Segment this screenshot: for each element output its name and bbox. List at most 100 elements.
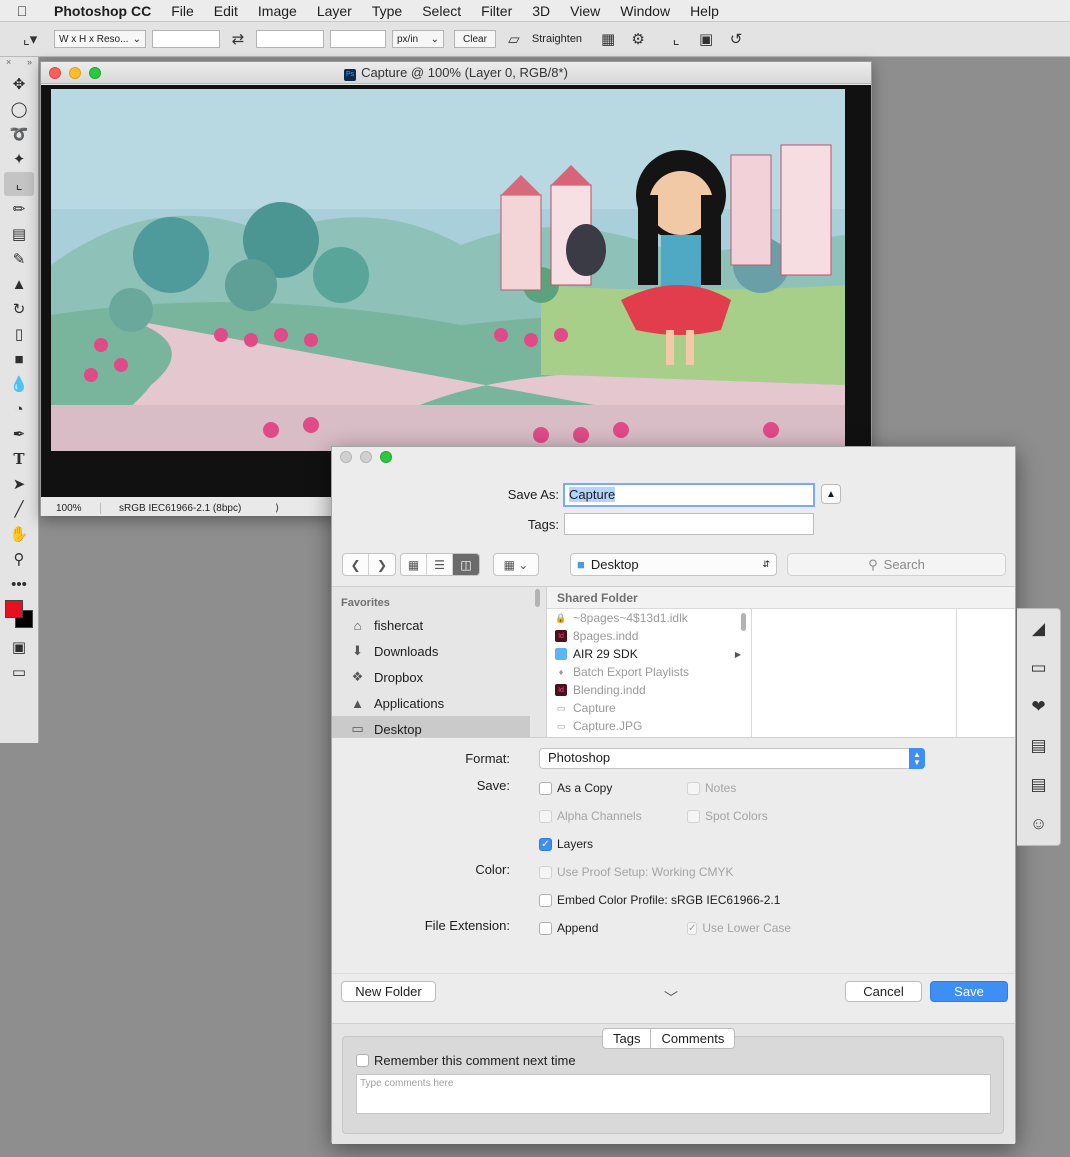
group-view-button[interactable]: ▦ ⌄ <box>493 553 539 576</box>
app-menu[interactable]: Photoshop CC <box>44 3 161 19</box>
zoom-level[interactable]: 100% <box>41 502 101 514</box>
column-view-icon[interactable]: ◫ <box>453 554 479 575</box>
dialog-zoom-button[interactable] <box>380 451 392 463</box>
location-popup[interactable]: ■ Desktop ⇵ <box>570 553 777 576</box>
list-view-icon[interactable]: ☰ <box>427 554 453 575</box>
menu-3d[interactable]: 3D <box>522 3 560 19</box>
zoom-tool-icon[interactable]: ⚲ <box>4 547 34 571</box>
sidebar-item-fishercat[interactable]: ⌂ fishercat <box>332 612 546 638</box>
blur-tool-icon[interactable]: 💧 <box>4 372 34 396</box>
healing-tool-icon[interactable]: ▤ <box>4 222 34 246</box>
sidebar-item-dropbox[interactable]: ❖ Dropbox <box>332 664 546 690</box>
tags-field[interactable] <box>564 513 814 535</box>
finder-icon[interactable]: ☺ <box>1017 804 1060 843</box>
stamp-tool-icon[interactable]: ▲ <box>4 272 34 296</box>
menu-file[interactable]: File <box>161 3 204 19</box>
eyedropper-tool-icon[interactable]: ✏ <box>4 197 34 221</box>
menu-select[interactable]: Select <box>412 3 471 19</box>
marquee-tool-icon[interactable]: ◯ <box>4 97 34 121</box>
spot-colors-checkbox: Spot Colors <box>687 809 768 823</box>
layers-checkbox[interactable]: ✓ Layers <box>539 837 593 851</box>
collapse-icon[interactable]: » <box>27 57 32 71</box>
sidebar-scrollbar[interactable] <box>535 589 540 607</box>
embed-color-profile-checkbox[interactable]: Embed Color Profile: sRGB IEC61966-2.1 <box>539 893 780 907</box>
gradient-tool-icon[interactable]: ■ <box>4 347 34 371</box>
menu-filter[interactable]: Filter <box>471 3 522 19</box>
menu-layer[interactable]: Layer <box>307 3 362 19</box>
line-tool-icon[interactable]: ╱ <box>4 497 34 521</box>
menu-edit[interactable]: Edit <box>204 3 248 19</box>
close-icon[interactable]: × <box>6 57 11 71</box>
clear-button[interactable]: Clear <box>454 30 496 48</box>
crop-preset-icon[interactable]: ⌞▾ <box>18 28 42 50</box>
height-field[interactable] <box>256 30 324 48</box>
tab-comments[interactable]: Comments <box>651 1029 734 1048</box>
hand-tool-icon[interactable]: ✋ <box>4 522 34 546</box>
column-scrollbar[interactable] <box>741 613 746 631</box>
save-button[interactable]: Save <box>930 981 1008 1002</box>
content-aware-icon[interactable]: ▣ <box>694 28 718 50</box>
tab-tags[interactable]: Tags <box>603 1029 652 1048</box>
gear-icon[interactable]: ⚙ <box>626 28 650 50</box>
resolution-field[interactable] <box>330 30 386 48</box>
comment-field[interactable]: Type comments here <box>356 1074 991 1114</box>
quick-mask-icon[interactable]: ▣ <box>4 635 34 659</box>
eraser-tool-icon[interactable]: ▯ <box>4 322 34 346</box>
menu-window[interactable]: Window <box>610 3 680 19</box>
append-checkbox[interactable]: Append <box>539 921 598 935</box>
more-tools-icon[interactable]: ••• <box>4 572 34 596</box>
up-down-chevron-icon: ⇵ <box>762 559 770 569</box>
resolution-unit-select[interactable]: px/in ⌄ <box>392 30 444 48</box>
collapse-caret-icon[interactable]: ⁠﹀ <box>664 988 678 1008</box>
list-item[interactable]: AIR 29 SDK ▶ <box>547 645 751 663</box>
chevron-up-icon[interactable]: ▲ <box>821 484 841 504</box>
chevron-right-icon[interactable]: ❯ <box>369 554 395 575</box>
ratio-preset-select[interactable]: W x H x Reso... ⌄ <box>54 30 146 48</box>
use-lower-case-checkbox: ✓ Use Lower Case <box>687 921 791 935</box>
document-canvas[interactable] <box>41 85 871 497</box>
history-brush-tool-icon[interactable]: ↻ <box>4 297 34 321</box>
reset-icon[interactable]: ↺ <box>724 28 748 50</box>
menu-type[interactable]: Type <box>362 3 412 19</box>
brush-tool-icon[interactable]: ✎ <box>4 247 34 271</box>
pen-tool-icon[interactable]: ✒ <box>4 422 34 446</box>
sidebar-item-applications[interactable]: ▲ Applications <box>332 690 546 716</box>
cancel-button[interactable]: Cancel <box>845 981 922 1002</box>
type-tool-icon[interactable]: T <box>4 447 34 471</box>
foreground-color-swatch[interactable] <box>5 600 23 618</box>
sidebar-item-downloads[interactable]: ⬇ Downloads <box>332 638 546 664</box>
overlay-grid-icon[interactable]: ▦ <box>596 28 620 50</box>
delete-cropped-icon[interactable]: ⌞ <box>664 28 688 50</box>
swap-icon[interactable]: ⇄ <box>226 28 250 50</box>
favorites-heart-icon[interactable]: ❤ <box>1017 687 1060 726</box>
grid-menu-icon: ▦ ⌄ <box>503 557 529 572</box>
desktop-display-icon[interactable]: ▭ <box>1017 648 1060 687</box>
straighten-icon[interactable]: ▱ <box>502 28 526 50</box>
remember-comment-checkbox[interactable]: Remember this comment next time <box>356 1053 576 1068</box>
crop-tool-icon[interactable]: ⌞ <box>4 172 34 196</box>
icon-view-icon[interactable]: ▦ <box>401 554 427 575</box>
dodge-tool-icon[interactable]: ◔ <box>4 397 34 421</box>
libraries-icon[interactable]: ◢ <box>1017 609 1060 648</box>
as-a-copy-checkbox[interactable]: As a Copy <box>539 781 612 795</box>
menu-image[interactable]: Image <box>248 3 307 19</box>
format-select[interactable]: Photoshop ▲ ▼ <box>539 748 925 769</box>
chevron-left-icon[interactable]: ❮ <box>343 554 369 575</box>
width-field[interactable] <box>152 30 220 48</box>
recent-document-icon[interactable]: ▤ <box>1017 765 1060 804</box>
lasso-tool-icon[interactable]: ➰ <box>4 122 34 146</box>
menu-view[interactable]: View <box>560 3 610 19</box>
new-folder-button[interactable]: New Folder <box>341 981 436 1002</box>
path-select-tool-icon[interactable]: ➤ <box>4 472 34 496</box>
search-field[interactable]: ⚲ Search <box>787 553 1006 576</box>
magic-wand-tool-icon[interactable]: ✦ <box>4 147 34 171</box>
save-as-field[interactable]: Capture <box>563 483 815 507</box>
chevron-right-icon[interactable]: ⟩ <box>241 503 279 514</box>
screen-mode-icon[interactable]: ▭ <box>4 660 34 684</box>
recent-folder-icon[interactable]: ▤ <box>1017 726 1060 765</box>
menu-help[interactable]: Help <box>680 3 729 19</box>
file-browser: Favorites ⌂ fishercat ⬇ Downloads ❖ Dropbox… <box>332 586 1015 742</box>
apple-menu-icon[interactable]:  <box>0 3 44 19</box>
checkbox-box <box>356 1054 369 1067</box>
move-tool-icon[interactable]: ✥ <box>4 72 34 96</box>
